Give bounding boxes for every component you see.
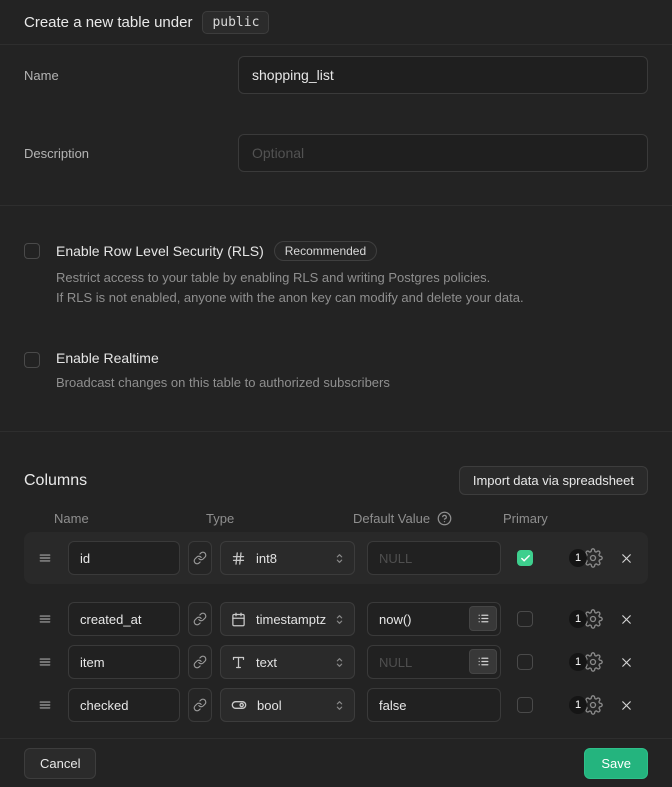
settings-count-badge: 1 [569, 696, 587, 714]
drag-handle-icon[interactable] [38, 698, 52, 712]
column-type-select[interactable]: bool [220, 688, 355, 722]
realtime-label: Enable Realtime [56, 350, 159, 366]
chevron-up-down-icon [333, 552, 346, 565]
column-type-select[interactable]: text [220, 645, 355, 679]
calendar-icon [231, 612, 246, 627]
default-value-input[interactable] [367, 688, 501, 722]
header-name: Name [54, 511, 174, 526]
column-headers: Name Type Default Value Primary [24, 511, 648, 526]
column-name-input[interactable] [68, 602, 180, 636]
save-button[interactable]: Save [584, 748, 648, 779]
chevron-up-down-icon [333, 613, 346, 626]
text-type-icon [231, 655, 246, 670]
rls-checkbox[interactable] [24, 243, 40, 259]
settings-count-badge: 1 [569, 549, 587, 567]
header-default-value: Default Value [353, 511, 430, 526]
drag-handle-icon[interactable] [38, 612, 52, 626]
toggle-icon [231, 697, 247, 713]
column-row-card: int8 1 [24, 532, 648, 584]
primary-checkbox[interactable] [517, 697, 533, 713]
remove-column-icon[interactable] [619, 551, 634, 566]
description-label: Description [24, 134, 238, 161]
dialog-title: Create a new table under [24, 14, 192, 31]
columns-title: Columns [24, 472, 87, 490]
table-description-input[interactable] [238, 134, 648, 172]
default-suggestions-icon[interactable] [469, 649, 497, 674]
column-name-input[interactable] [68, 688, 180, 722]
foreign-key-icon[interactable] [188, 541, 212, 575]
drag-handle-icon[interactable] [38, 655, 52, 669]
remove-column-icon[interactable] [619, 698, 634, 713]
realtime-description: Broadcast changes on this table to autho… [56, 373, 390, 393]
primary-checkbox[interactable] [517, 550, 533, 566]
realtime-option: Enable Realtime Broadcast changes on thi… [24, 350, 648, 393]
drag-handle-icon[interactable] [38, 551, 52, 565]
rls-option: Enable Row Level Security (RLS) Recommen… [24, 241, 648, 308]
primary-checkbox[interactable] [517, 654, 533, 670]
table-name-input[interactable] [238, 56, 648, 94]
chevron-up-down-icon [333, 656, 346, 669]
table-meta-form: Name Description [0, 45, 672, 206]
dialog-header: Create a new table under public [0, 0, 672, 45]
chevron-up-down-icon [333, 699, 346, 712]
primary-checkbox[interactable] [517, 611, 533, 627]
table-options: Enable Row Level Security (RLS) Recommen… [0, 206, 672, 432]
column-row-item: text 1 [24, 645, 648, 679]
recommended-badge: Recommended [274, 241, 377, 261]
create-table-dialog: Create a new table under public Name Des… [0, 0, 672, 787]
remove-column-icon[interactable] [619, 612, 634, 627]
column-row-checked: bool 1 [24, 688, 648, 722]
settings-count-badge: 1 [569, 610, 587, 628]
default-suggestions-icon[interactable] [469, 606, 497, 631]
column-name-input[interactable] [68, 645, 180, 679]
description-row: Description [24, 134, 648, 172]
column-type-select[interactable]: timestamptz [220, 602, 355, 636]
rls-description: Restrict access to your table by enablin… [56, 268, 524, 308]
settings-count-badge: 1 [569, 653, 587, 671]
foreign-key-icon[interactable] [188, 688, 212, 722]
dialog-footer: Cancel Save [0, 739, 672, 787]
column-type-select[interactable]: int8 [220, 541, 355, 575]
import-spreadsheet-button[interactable]: Import data via spreadsheet [459, 466, 648, 495]
cancel-button[interactable]: Cancel [24, 748, 96, 779]
hash-icon [231, 551, 246, 566]
name-row: Name [24, 56, 648, 94]
foreign-key-icon[interactable] [188, 602, 212, 636]
column-row-id: int8 1 [24, 541, 648, 575]
header-primary: Primary [503, 511, 548, 526]
help-icon[interactable] [437, 511, 452, 526]
columns-section: Columns Import data via spreadsheet Name… [0, 432, 672, 739]
remove-column-icon[interactable] [619, 655, 634, 670]
foreign-key-icon[interactable] [188, 645, 212, 679]
rls-label: Enable Row Level Security (RLS) [56, 243, 264, 259]
header-type: Type [206, 511, 353, 526]
default-value-input[interactable] [367, 541, 501, 575]
name-label: Name [24, 56, 238, 83]
schema-badge: public [202, 11, 269, 34]
realtime-checkbox[interactable] [24, 352, 40, 368]
column-name-input[interactable] [68, 541, 180, 575]
column-row-created-at: timestamptz 1 [24, 602, 648, 636]
